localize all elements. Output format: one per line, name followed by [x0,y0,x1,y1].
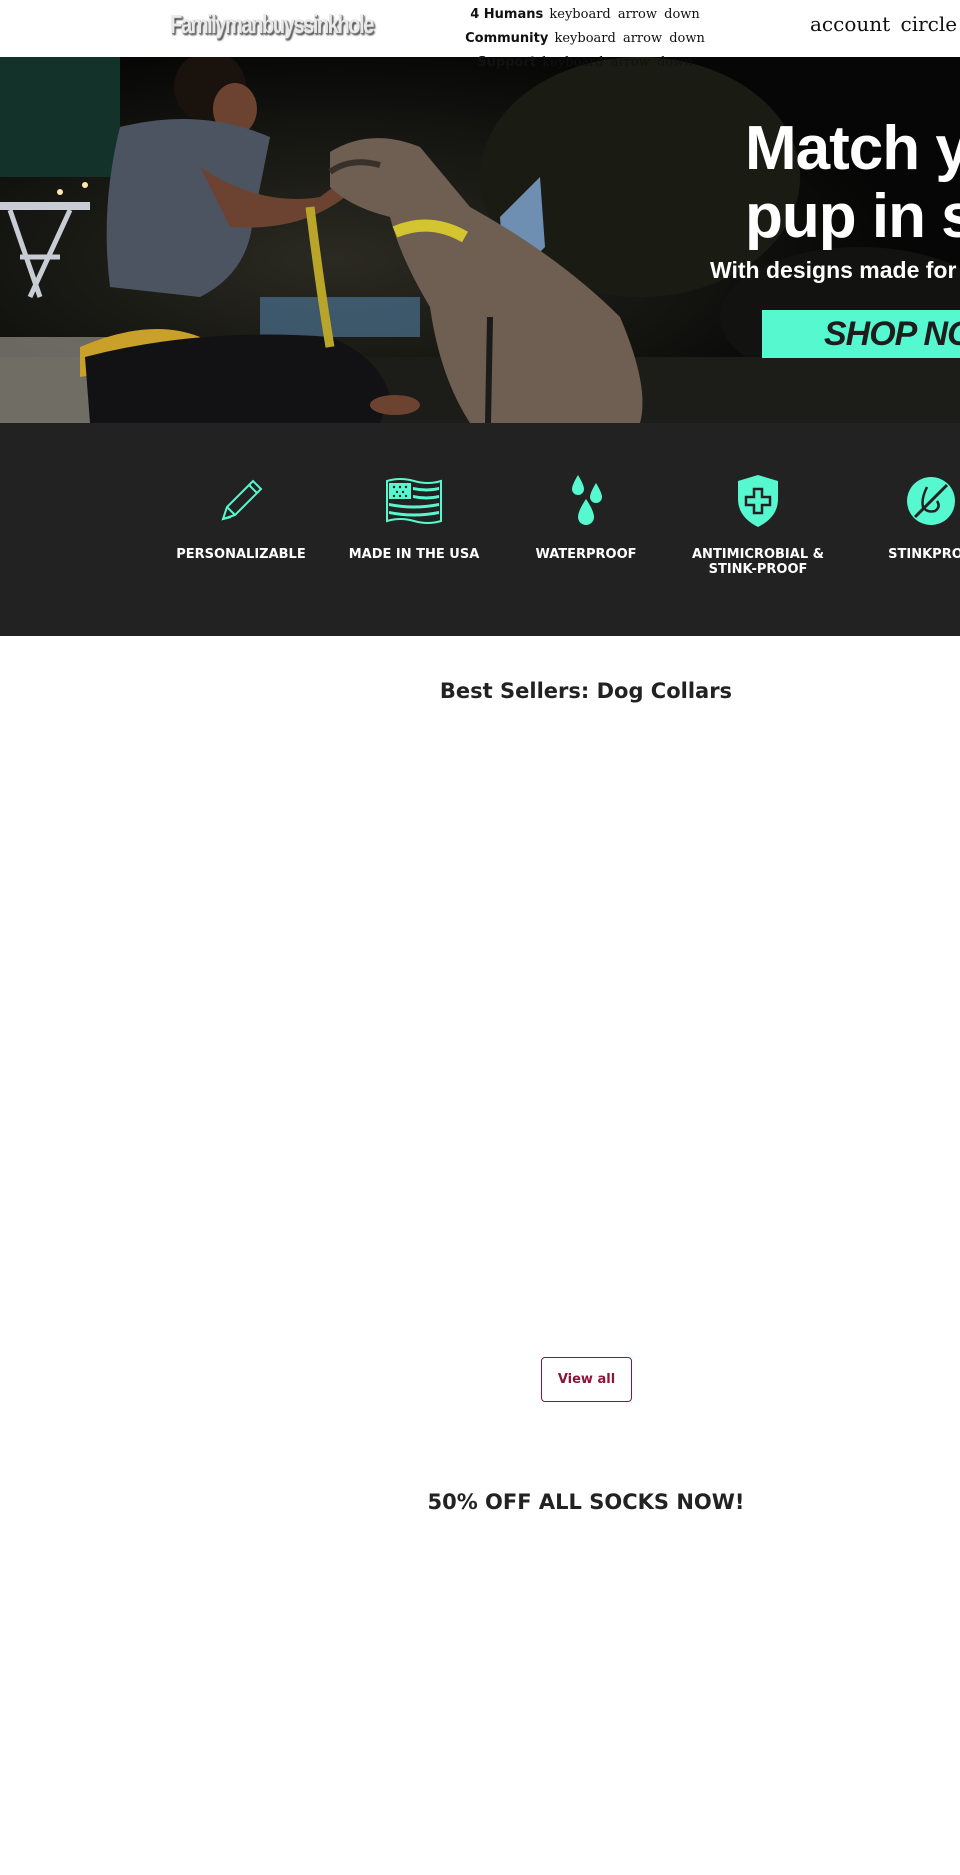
hero-headline: Match y pup in st [745,115,960,251]
nav-item-label: Community [465,31,549,46]
features-band: PERSONALIZABLE MADE IN THE USA WATERPROO… [0,423,960,636]
site-logo[interactable]: Familymanbuyssinkhole [170,9,374,40]
us-flag-icon [386,478,442,524]
view-all-button[interactable]: View all [541,1357,632,1402]
nav-item-community[interactable]: Community keyboard arrow down [465,28,705,52]
nav-item-label: 4 Humans [470,7,544,22]
keyboard-arrow-down-icon: keyboard arrow down [542,55,693,70]
best-sellers-title: Best Sellers: Dog Collars [439,679,733,703]
account-circle-icon[interactable]: account circle f [810,12,960,36]
feature-waterproof: WATERPROOF [511,473,661,562]
feature-label: MADE IN THE USA [348,547,480,562]
pencil-icon [221,479,263,521]
shield-cross-icon [738,475,778,527]
nav-item-support[interactable]: Support keyboard arrow down [465,52,705,76]
hero-headline-line-2: pup in st [745,182,960,251]
feature-antimicrobial: ANTIMICROBIAL & STINK-PROOF [683,473,833,577]
feature-personalizable: PERSONALIZABLE [166,473,316,562]
feature-label: WATERPROOF [535,547,637,562]
feature-label: STINKPROO [888,547,960,562]
nav-item-label: Support [477,55,537,70]
nav-item-4-humans[interactable]: 4 Humans keyboard arrow down [465,4,705,28]
feature-label: ANTIMICROBIAL & STINK-PROOF [692,547,824,577]
feature-stinkproof: STINKPROO [856,473,960,562]
hero-banner[interactable]: Match y pup in st With designs made for … [0,57,960,423]
water-drops-icon [572,475,602,525]
no-smell-icon [907,477,955,525]
shop-now-button[interactable]: SHOP NO [762,310,960,358]
main-nav: 4 Humans keyboard arrow down Community k… [465,4,705,76]
socks-sale-title: 50% OFF ALL SOCKS NOW! [427,1490,745,1514]
site-header: Familymanbuyssinkhole 4 Humans keyboard … [0,0,960,70]
feature-made-in-usa: MADE IN THE USA [339,473,489,562]
hero-subheadline: With designs made for s [710,257,960,283]
feature-label: PERSONALIZABLE [176,547,306,562]
hero-headline-line-1: Match y [745,114,960,183]
keyboard-arrow-down-icon: keyboard arrow down [549,7,700,22]
keyboard-arrow-down-icon: keyboard arrow down [554,31,705,46]
